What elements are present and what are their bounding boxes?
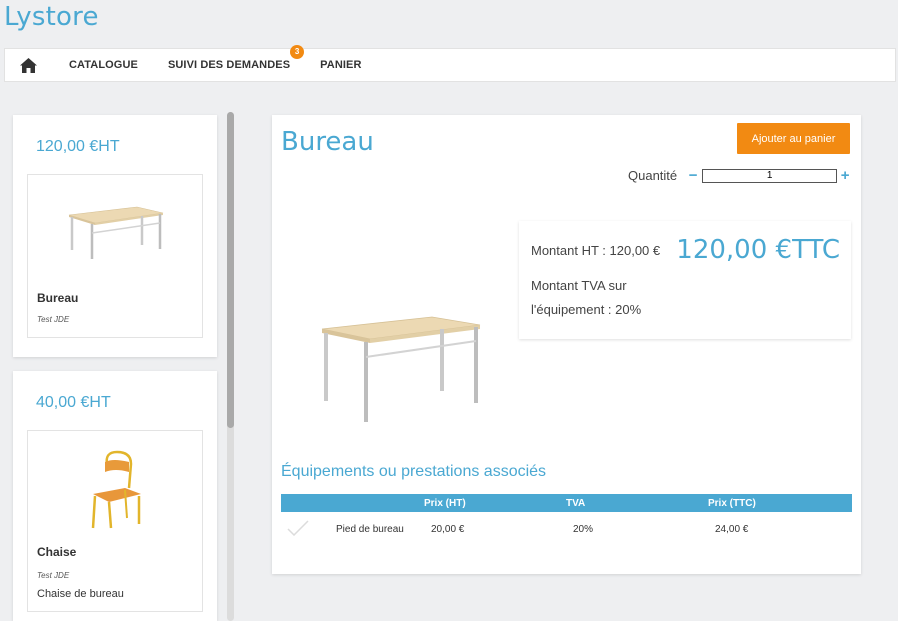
row-name: Pied de bureau [336,523,404,535]
notification-badge: 3 [290,45,305,59]
home-icon [19,57,37,73]
row-price-ttc: 24,00 € [715,523,749,535]
product-name: Bureau [37,291,79,305]
header-name [321,494,424,512]
checkmark-icon[interactable] [287,519,309,536]
quantity-stepper: Quantité − + [628,167,851,184]
main-navbar: CATALOGUE SUIVI DES DEMANDES 3 PANIER [4,45,896,82]
product-price: 120,00 €HT [36,138,120,155]
add-to-cart-button[interactable]: Ajouter au panier [737,123,850,154]
quantity-increase-button[interactable]: + [839,167,851,184]
header-tva: TVA [566,494,708,512]
amount-ht: Montant HT : 120,00 € [531,243,661,258]
header-check [281,494,321,512]
product-description: Chaise de bureau [37,588,124,600]
desk-image [28,185,202,281]
detail-title: Bureau [281,127,374,157]
product-name: Chaise [37,545,77,559]
associated-title: Équipements ou prestations associés [281,463,547,480]
associated-table: Prix (HT) TVA Prix (TTC) Pied de bureau … [281,494,852,546]
product-thumbnail[interactable]: Chaise Test JDE Chaise de bureau [27,430,203,612]
product-supplier: Test JDE [37,571,70,580]
table-row: Pied de bureau 20,00 € 20% 24,00 € [281,512,852,546]
scrollbar-thumb[interactable] [227,112,234,428]
home-button[interactable] [5,49,51,81]
product-card-chaise[interactable]: 40,00 €HT Chaise Test JDE Chaise de bure… [13,371,217,621]
nav-suivi-demandes[interactable]: SUIVI DES DEMANDES 3 [167,45,305,71]
tva-amount: Montant TVA sur l'équipement : 20% [531,278,642,317]
nav-catalogue[interactable]: CATALOGUE [69,59,138,71]
price-summary: Montant HT : 120,00 € 120,00 €TTC Montan… [519,221,851,339]
row-tva: 20% [573,523,594,535]
quantity-label: Quantité [628,168,678,183]
row-select-cell [281,512,321,546]
row-price-ht: 20,00 € [431,523,465,535]
chair-image [28,441,202,537]
product-price: 40,00 €HT [36,394,111,411]
table-header-row: Prix (HT) TVA Prix (TTC) [281,494,852,512]
product-detail-card: Bureau Ajouter au panier Quantité − + Mo… [272,115,861,574]
header-prix-ht: Prix (HT) [424,494,566,512]
quantity-input[interactable] [702,168,838,183]
app-title: Lystore [4,2,99,32]
product-supplier: Test JDE [37,315,70,324]
nav-panier[interactable]: PANIER [320,59,361,71]
quantity-decrease-button[interactable]: − [687,167,699,184]
header-prix-ttc: Prix (TTC) [708,494,852,512]
product-card-bureau[interactable]: 120,00 €HT Bureau Test JDE [13,115,217,357]
product-thumbnail[interactable]: Bureau Test JDE [27,174,203,338]
amount-ttc: 120,00 €TTC [676,235,840,265]
desk-image-large [312,313,492,433]
nav-suivi-demandes-label: SUIVI DES DEMANDES [167,59,291,71]
